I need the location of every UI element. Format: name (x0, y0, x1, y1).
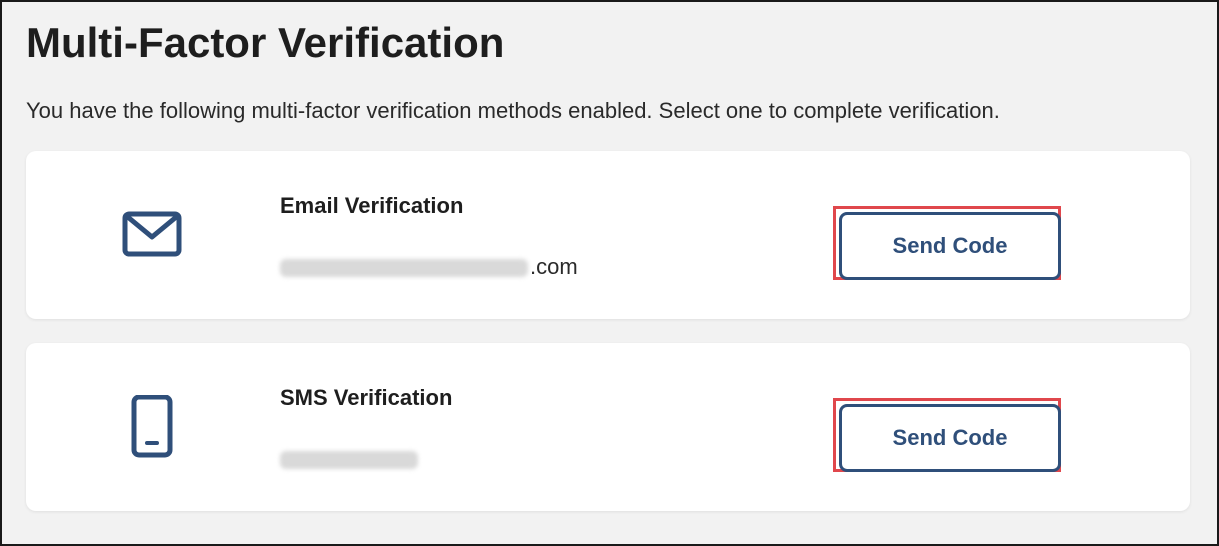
email-send-code-button[interactable]: Send Code (839, 212, 1061, 280)
redacted-phone (280, 451, 418, 470)
email-verification-card: Email Verification .com Send Code (26, 151, 1190, 319)
page-title: Multi-Factor Verification (26, 19, 505, 66)
mfa-page: Multi-Factor Verification You have the f… (0, 0, 1219, 546)
envelope-icon (120, 203, 184, 267)
phone-number (280, 446, 420, 472)
email-domain-suffix: .com (530, 254, 578, 279)
sms-verification-card: SMS Verification Send Code (26, 343, 1190, 511)
email-address: .com (280, 254, 578, 280)
mobile-phone-icon (120, 394, 184, 459)
intro-text: You have the following multi-factor veri… (26, 98, 1000, 123)
sms-send-code-button[interactable]: Send Code (839, 404, 1061, 472)
highlight-box: Send Code (833, 398, 1061, 472)
highlight-box: Send Code (833, 206, 1061, 280)
method-title: SMS Verification (280, 385, 453, 410)
redacted-email (280, 259, 528, 278)
method-title: Email Verification (280, 193, 464, 218)
